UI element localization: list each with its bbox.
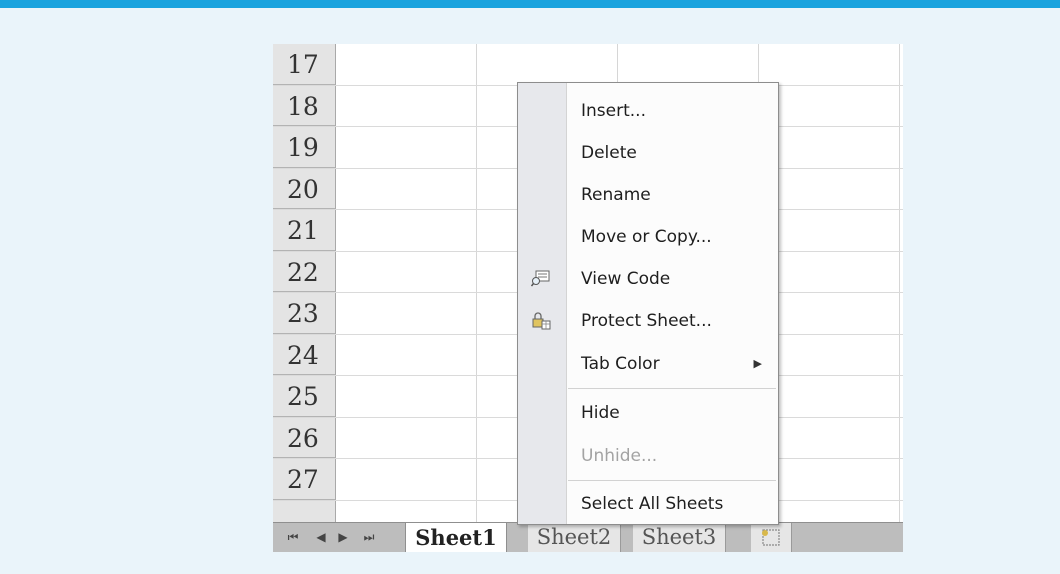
menu-item-label: Unhide... [581, 446, 658, 466]
row-number[interactable]: 17 [273, 44, 335, 85]
sheet-tab-sheet2[interactable]: Sheet2 [528, 523, 621, 552]
menu-separator [568, 388, 776, 389]
worksheet-row[interactable]: 17 [273, 44, 903, 86]
view-code-icon [530, 270, 551, 288]
insert-worksheet-button[interactable] [751, 523, 792, 552]
row-number[interactable]: 20 [273, 168, 335, 209]
menu-item-label: Insert... [581, 101, 646, 121]
row-number[interactable]: 19 [273, 127, 335, 168]
previous-sheet-button[interactable]: ◀ [313, 529, 329, 545]
row-number[interactable]: 27 [273, 459, 335, 500]
menu-item-view-code[interactable]: View Code [518, 259, 778, 299]
menu-item-rename[interactable]: Rename [518, 175, 778, 215]
menu-item-hide[interactable]: Hide [518, 393, 778, 433]
row-number[interactable]: 21 [273, 210, 335, 251]
menu-item-label: View Code [581, 269, 671, 289]
menu-separator [568, 480, 776, 481]
menu-item-select-all-sheets[interactable]: Select All Sheets [518, 484, 778, 524]
row-number[interactable]: 18 [273, 85, 335, 126]
row-number[interactable]: 26 [273, 417, 335, 458]
submenu-arrow-icon: ▶ [753, 357, 762, 370]
sheet-tab-context-menu: Insert... Delete Rename Move or Copy... … [517, 82, 779, 525]
menu-item-label: Rename [581, 185, 651, 205]
menu-item-move-or-copy[interactable]: Move or Copy... [518, 217, 778, 257]
next-sheet-button[interactable]: ▶ [335, 529, 351, 545]
row-number[interactable]: 24 [273, 334, 335, 375]
menu-item-label: Tab Color [581, 354, 660, 374]
menu-item-tab-color[interactable]: Tab Color ▶ [518, 344, 778, 384]
menu-item-delete[interactable]: Delete [518, 133, 778, 173]
sheet-tab-sheet1[interactable]: Sheet1 [405, 523, 507, 552]
menu-item-unhide: Unhide... [518, 436, 778, 476]
last-sheet-button[interactable]: ⏭ [361, 529, 377, 545]
menu-item-label: Delete [581, 143, 637, 163]
menu-item-label: Hide [581, 403, 620, 423]
menu-item-protect-sheet[interactable]: Protect Sheet... [518, 301, 778, 341]
row-number[interactable]: 22 [273, 251, 335, 292]
first-sheet-button[interactable]: ⏮ [285, 529, 301, 545]
sheet-tab-sheet3[interactable]: Sheet3 [633, 523, 726, 552]
menu-item-label: Select All Sheets [581, 494, 724, 514]
row-number[interactable]: 25 [273, 376, 335, 417]
menu-item-insert[interactable]: Insert... [518, 91, 778, 131]
sheet-tab-bar: ⏮ ◀ ▶ ⏭ Sheet1 Sheet2 Sheet3 [273, 522, 903, 552]
insert-worksheet-icon [762, 529, 780, 546]
protect-sheet-icon [531, 312, 551, 330]
menu-item-label: Move or Copy... [581, 227, 712, 247]
accent-bar [0, 0, 1060, 8]
row-number[interactable]: 23 [273, 293, 335, 334]
menu-item-label: Protect Sheet... [581, 311, 712, 331]
